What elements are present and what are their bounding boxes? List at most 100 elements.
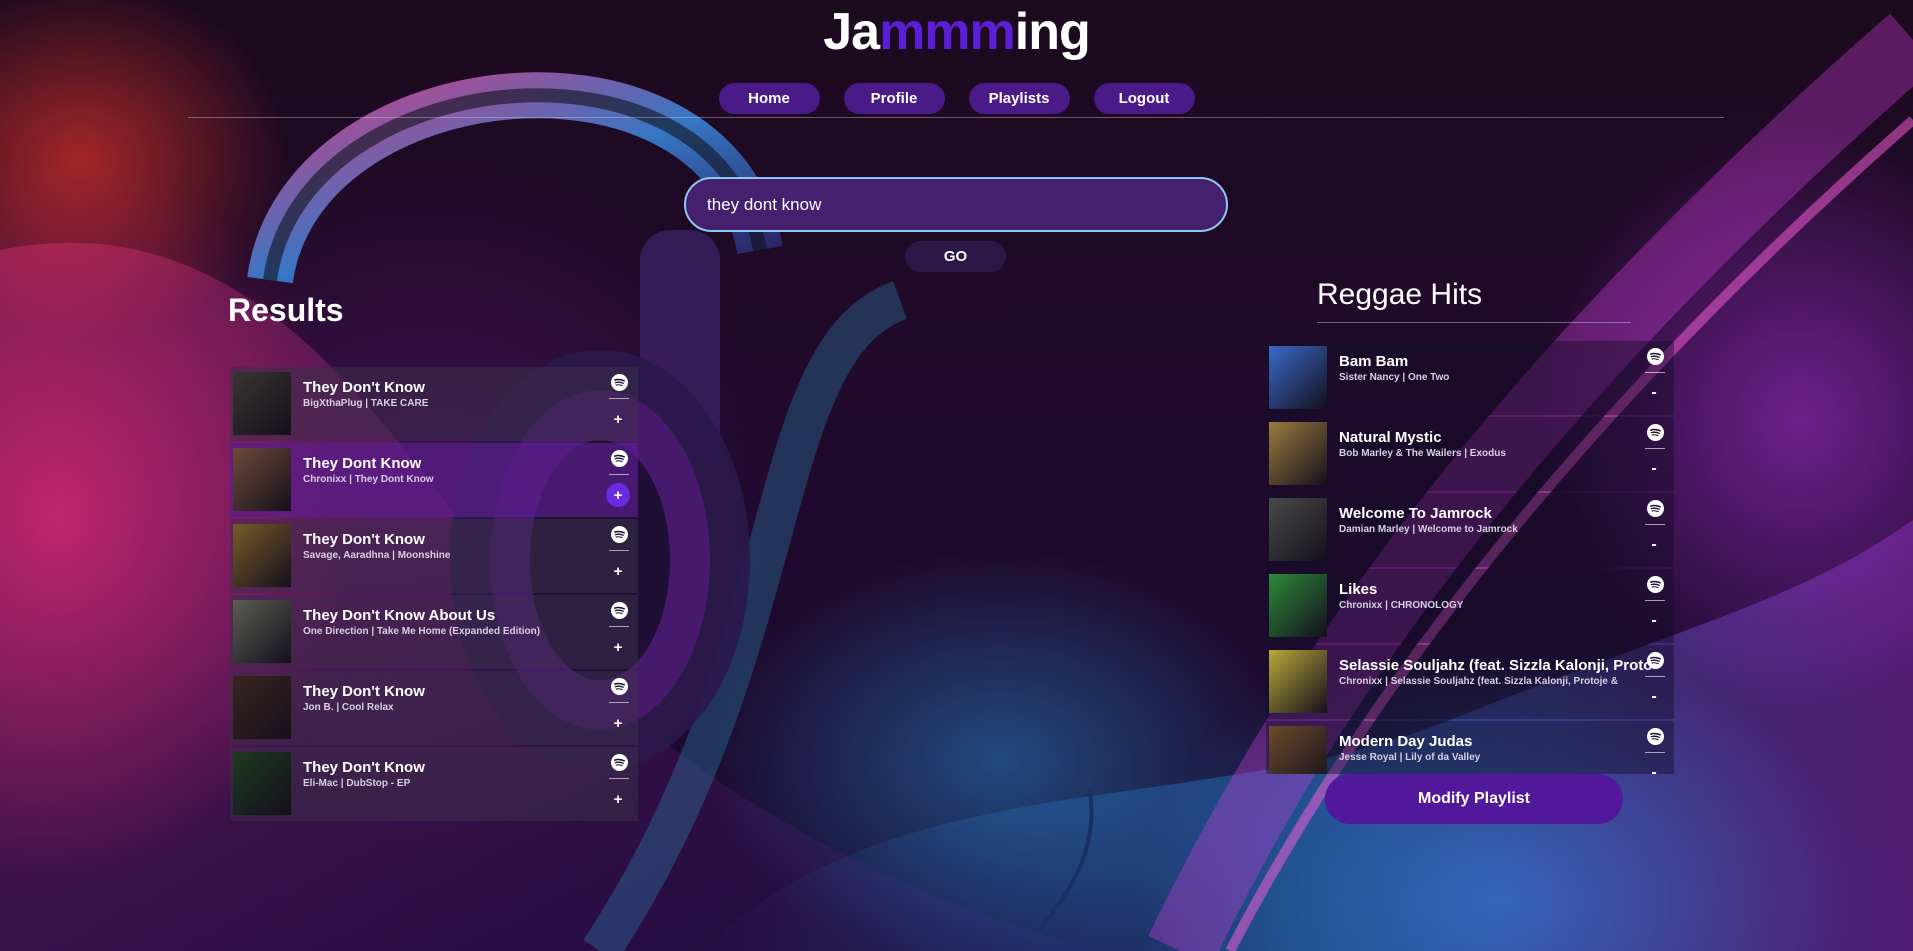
track-row[interactable]: Natural Mystic Bob Marley & The Wailers |… (1266, 417, 1674, 491)
spotify-icon[interactable] (1647, 348, 1664, 365)
album-art (1269, 498, 1327, 561)
remove-track-button[interactable]: - (1644, 687, 1664, 707)
track-row[interactable]: They Don't Know Eli-Mac | DubStop - EP + (230, 747, 638, 821)
track-row[interactable]: They Don't Know BigXthaPlug | TAKE CARE + (230, 367, 638, 441)
nav-profile-button[interactable]: Profile (843, 83, 945, 114)
action-divider (609, 778, 629, 779)
track-artist-album: Chronixx | CHRONOLOGY (1339, 600, 1464, 611)
track-row[interactable]: Bam Bam Sister Nancy | One Two - (1266, 341, 1674, 415)
track-artist-album: Sister Nancy | One Two (1339, 372, 1450, 383)
spotify-icon[interactable] (611, 754, 628, 771)
track-row[interactable]: They Don't Know About Us One Direction | … (230, 595, 638, 669)
add-track-button[interactable]: + (608, 789, 628, 809)
logo-part-accent: mmm (879, 3, 1016, 61)
track-name: Bam Bam (1339, 353, 1409, 370)
track-name: They Don't Know (303, 683, 425, 700)
nav-logout-button[interactable]: Logout (1093, 83, 1195, 114)
album-art (1269, 650, 1327, 713)
track-name: Welcome To Jamrock (1339, 505, 1492, 522)
track-artist-album: Damian Marley | Welcome to Jamrock (1339, 524, 1518, 535)
nav-playlists-button[interactable]: Playlists (968, 83, 1070, 114)
track-artist-album: Jon B. | Cool Relax (303, 702, 394, 713)
track-artist-album: One Direction | Take Me Home (Expanded E… (303, 626, 541, 637)
spotify-icon[interactable] (611, 450, 628, 467)
album-art (233, 676, 291, 739)
album-art (233, 752, 291, 815)
album-art (233, 372, 291, 435)
spotify-icon[interactable] (1647, 652, 1664, 669)
add-track-button[interactable]: + (606, 483, 630, 507)
modify-playlist-button[interactable]: Modify Playlist (1325, 774, 1623, 824)
add-track-button[interactable]: + (608, 713, 628, 733)
spotify-icon[interactable] (1647, 728, 1664, 745)
action-divider (1645, 448, 1665, 449)
track-row[interactable]: Welcome To Jamrock Damian Marley | Welcom… (1266, 493, 1674, 567)
logo-part-1: Ja (823, 3, 880, 61)
main-nav: Home Profile Playlists Logout (0, 83, 1913, 114)
action-divider (609, 626, 629, 627)
track-row[interactable]: They Dont Know Chronixx | They Dont Know + (230, 443, 638, 517)
action-divider (1645, 600, 1665, 601)
track-row[interactable]: They Don't Know Savage, Aaradhna | Moonsh… (230, 519, 638, 593)
track-name: They Dont Know (303, 455, 422, 472)
results-list: They Don't Know BigXthaPlug | TAKE CARE + T… (230, 367, 638, 823)
results-title: Results (228, 292, 344, 328)
track-name: Likes (1339, 581, 1378, 598)
track-name: They Don't Know (303, 379, 425, 396)
search-input[interactable]: they dont know (684, 177, 1228, 232)
remove-track-button[interactable]: - (1644, 611, 1664, 631)
remove-track-button[interactable]: - (1644, 535, 1664, 555)
playlist-title[interactable]: Reggae Hits (1317, 278, 1482, 312)
search-go-button[interactable]: GO (905, 241, 1006, 272)
track-artist-album: Chronixx | They Dont Know (303, 474, 434, 485)
album-art (233, 600, 291, 663)
playlist-track-list: Bam Bam Sister Nancy | One Two - Natural My… (1266, 341, 1674, 774)
track-name: They Don't Know About Us (303, 607, 496, 624)
track-artist-album: Eli-Mac | DubStop - EP (303, 778, 411, 789)
track-name: They Don't Know (303, 759, 425, 776)
add-track-button[interactable]: + (608, 561, 628, 581)
add-track-button[interactable]: + (608, 637, 628, 657)
track-artist-album: Savage, Aaradhna | Moonshine (303, 550, 451, 561)
logo-part-3: ing (1014, 3, 1091, 61)
remove-track-button[interactable]: - (1644, 763, 1664, 774)
track-artist-album: Jesse Royal | Lily of da Valley (1339, 752, 1481, 763)
track-artist-album: Chronixx | Selassie Souljahz (feat. Sizz… (1339, 676, 1618, 687)
nav-divider (188, 117, 1724, 118)
remove-track-button[interactable]: - (1644, 383, 1664, 403)
app-logo: Jammming (0, 2, 1913, 62)
track-artist-album: Bob Marley & The Wailers | Exodus (1339, 448, 1506, 459)
spotify-icon[interactable] (611, 602, 628, 619)
album-art (1269, 422, 1327, 485)
track-name: They Don't Know (303, 531, 425, 548)
spotify-icon[interactable] (611, 526, 628, 543)
track-name: Natural Mystic (1339, 429, 1442, 446)
album-art (233, 524, 291, 587)
add-track-button[interactable]: + (608, 409, 628, 429)
action-divider (1645, 524, 1665, 525)
action-divider (1645, 676, 1665, 677)
spotify-icon[interactable] (611, 678, 628, 695)
action-divider (609, 550, 629, 551)
track-row[interactable]: Likes Chronixx | CHRONOLOGY - (1266, 569, 1674, 643)
spotify-icon[interactable] (1647, 576, 1664, 593)
action-divider (609, 702, 629, 703)
spotify-icon[interactable] (611, 374, 628, 391)
nav-home-button[interactable]: Home (718, 83, 820, 114)
track-row[interactable]: Selassie Souljahz (feat. Sizzla Kalonji,… (1266, 645, 1674, 719)
album-art (1269, 726, 1327, 774)
spotify-icon[interactable] (1647, 500, 1664, 517)
album-art (1269, 346, 1327, 409)
track-row[interactable]: Modern Day Judas Jesse Royal | Lily of da… (1266, 721, 1674, 774)
album-art (1269, 574, 1327, 637)
track-row[interactable]: They Don't Know Jon B. | Cool Relax + (230, 671, 638, 745)
playlist-title-divider (1317, 322, 1631, 323)
track-name: Modern Day Judas (1339, 733, 1473, 750)
action-divider (609, 398, 629, 399)
action-divider (609, 474, 629, 475)
track-artist-album: BigXthaPlug | TAKE CARE (303, 398, 429, 409)
album-art (233, 448, 291, 511)
spotify-icon[interactable] (1647, 424, 1664, 441)
action-divider (1645, 752, 1665, 753)
remove-track-button[interactable]: - (1644, 459, 1664, 479)
